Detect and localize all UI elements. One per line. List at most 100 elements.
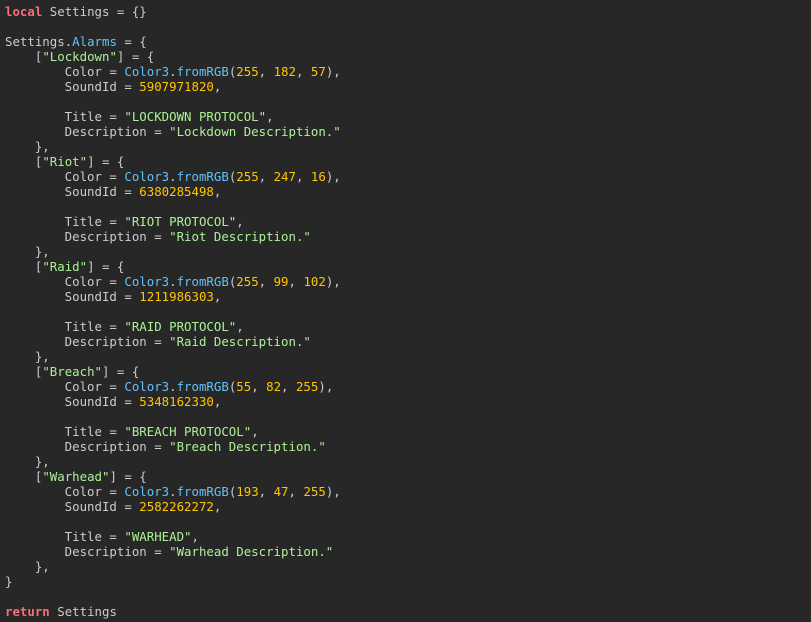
code-token: Settings	[49, 4, 110, 19]
code-token: "Warhead Description."	[169, 544, 334, 559]
code-token: ),	[325, 274, 341, 289]
code-line[interactable]	[5, 304, 811, 319]
code-token: },	[5, 244, 50, 259]
code-line[interactable]: ["Breach"] = {	[5, 364, 811, 379]
code-line[interactable]	[5, 589, 811, 604]
code-token: Color =	[5, 274, 125, 289]
code-token: ),	[325, 64, 341, 79]
code-token: 99	[273, 274, 289, 289]
code-line[interactable]: Description = "Raid Description."	[5, 334, 811, 349]
code-line[interactable]: Description = "Riot Description."	[5, 229, 811, 244]
code-token: "Raid"	[42, 259, 88, 274]
code-token: Color3	[124, 379, 170, 394]
code-token: ,	[266, 109, 274, 124]
code-line[interactable]	[5, 19, 811, 34]
code-token: Description =	[5, 124, 170, 139]
code-line[interactable]: ["Warhead"] = {	[5, 469, 811, 484]
code-token: },	[5, 454, 50, 469]
code-token: fromRGB	[176, 169, 229, 184]
code-line[interactable]: Settings.Alarms = {	[5, 34, 811, 49]
code-line[interactable]: SoundId = 2582262272,	[5, 499, 811, 514]
code-token: SoundId =	[5, 499, 140, 514]
code-token: ,	[281, 379, 296, 394]
code-token: [	[5, 259, 43, 274]
code-token: ,	[213, 394, 222, 409]
code-token: "Breach"	[42, 364, 102, 379]
code-line[interactable]: Color = Color3.fromRGB(255, 247, 16),	[5, 169, 811, 184]
code-line[interactable]: Title = "WARHEAD",	[5, 529, 811, 544]
code-token: = {	[116, 34, 147, 49]
code-line[interactable]: Color = Color3.fromRGB(55, 82, 255),	[5, 379, 811, 394]
code-token: SoundId =	[5, 394, 140, 409]
code-line[interactable]: Color = Color3.fromRGB(193, 47, 255),	[5, 484, 811, 499]
code-line[interactable]: Title = "LOCKDOWN PROTOCOL",	[5, 109, 811, 124]
code-token: ] = {	[87, 259, 125, 274]
code-token: ] = {	[102, 364, 140, 379]
code-line[interactable]: Description = "Breach Description."	[5, 439, 811, 454]
code-token: [	[5, 49, 43, 64]
code-line[interactable]: Title = "RIOT PROTOCOL",	[5, 214, 811, 229]
code-token: "WARHEAD"	[124, 529, 192, 544]
code-token: .	[169, 169, 177, 184]
code-token: Color =	[5, 169, 125, 184]
code-editor[interactable]: local Settings = {} Settings.Alarms = { …	[0, 0, 811, 622]
code-line[interactable]: },	[5, 349, 811, 364]
code-line[interactable]: SoundId = 1211986303,	[5, 289, 811, 304]
code-token: ] = {	[116, 49, 155, 64]
code-line[interactable]: Title = "RAID PROTOCOL",	[5, 319, 811, 334]
code-line[interactable]: Color = Color3.fromRGB(255, 99, 102),	[5, 274, 811, 289]
code-line[interactable]: },	[5, 454, 811, 469]
code-token: 2582262272	[139, 499, 214, 514]
code-token: 55	[236, 379, 252, 394]
code-line[interactable]: Title = "BREACH PROTOCOL",	[5, 424, 811, 439]
code-token: Description =	[5, 229, 170, 244]
code-token: SoundId =	[5, 79, 140, 94]
code-line[interactable]: ["Raid"] = {	[5, 259, 811, 274]
code-token: ,	[191, 529, 199, 544]
code-token: 6380285498	[139, 184, 214, 199]
code-token: ,	[213, 289, 222, 304]
code-token: 255	[236, 274, 259, 289]
code-token: ),	[325, 169, 341, 184]
code-token: ,	[213, 79, 222, 94]
code-token: ] = {	[109, 469, 147, 484]
code-token: "Lockdown"	[42, 49, 117, 64]
code-line[interactable]: ["Riot"] = {	[5, 154, 811, 169]
code-line[interactable]: },	[5, 139, 811, 154]
code-token: 82	[266, 379, 282, 394]
code-token: "RIOT PROTOCOL"	[124, 214, 237, 229]
code-line[interactable]: }	[5, 574, 811, 589]
code-line[interactable]: SoundId = 5348162330,	[5, 394, 811, 409]
code-line[interactable]	[5, 514, 811, 529]
code-line[interactable]: Description = "Lockdown Description."	[5, 124, 811, 139]
code-token: ,	[258, 484, 274, 499]
code-line[interactable]: SoundId = 5907971820,	[5, 79, 811, 94]
code-line[interactable]: },	[5, 559, 811, 574]
code-line[interactable]: SoundId = 6380285498,	[5, 184, 811, 199]
code-token: Color3	[124, 64, 170, 79]
code-line[interactable]: },	[5, 244, 811, 259]
code-token: [	[5, 154, 43, 169]
code-token: fromRGB	[176, 274, 229, 289]
code-token: ,	[236, 214, 244, 229]
code-token: 47	[273, 484, 289, 499]
code-line[interactable]: local Settings = {}	[5, 4, 811, 19]
code-token: fromRGB	[176, 379, 229, 394]
code-token: Settings	[5, 34, 65, 49]
code-line[interactable]: ["Lockdown"] = {	[5, 49, 811, 64]
code-line[interactable]	[5, 199, 811, 214]
code-line[interactable]: return Settings	[5, 604, 811, 619]
code-token: 5348162330	[139, 394, 214, 409]
code-token: 255	[236, 64, 259, 79]
code-line[interactable]	[5, 409, 811, 424]
code-line[interactable]	[5, 94, 811, 109]
code-token: Color =	[5, 379, 125, 394]
code-token: ,	[295, 169, 311, 184]
code-token: },	[5, 139, 50, 154]
code-token: = {}	[109, 4, 147, 19]
code-line[interactable]: Color = Color3.fromRGB(255, 182, 57),	[5, 64, 811, 79]
code-token: },	[5, 559, 50, 574]
code-line[interactable]: Description = "Warhead Description."	[5, 544, 811, 559]
code-token: Color3	[124, 169, 170, 184]
code-token: local	[5, 4, 43, 19]
